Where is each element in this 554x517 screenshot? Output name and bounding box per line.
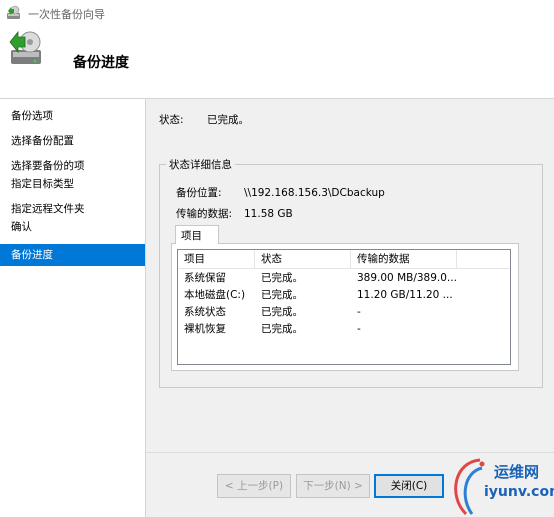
transferred-data-row: 传输的数据: 11.58 GB [176, 206, 293, 221]
row-transferred: - [357, 323, 361, 335]
row-item: 裸机恢复 [184, 323, 226, 335]
watermark-text-cn: 运维网 [494, 463, 540, 481]
sidebar-item-progress[interactable]: 备份进度 [0, 244, 145, 266]
table-row[interactable]: 系统保留 已完成。 389.00 MB/389.0... [178, 270, 510, 287]
sidebar-item-select-items[interactable]: 选择要备份的项 [0, 158, 145, 174]
title-bar: 一次性备份向导 [0, 0, 554, 26]
row-item: 系统保留 [184, 272, 226, 284]
column-header-transferred[interactable]: 传输的数据 [351, 250, 457, 268]
sidebar-item-destination-type[interactable]: 指定目标类型 [0, 176, 145, 192]
row-transferred: 11.20 GB/11.20 ... [357, 289, 453, 301]
column-header-status[interactable]: 状态 [255, 250, 351, 268]
sidebar-item-remote-folder[interactable]: 指定远程文件夹 [0, 201, 145, 217]
sidebar-item-backup-options[interactable]: 备份选项 [0, 108, 145, 124]
wizard-steps-sidebar: 备份选项 选择备份配置 选择要备份的项 指定目标类型 指定远程文件夹 确认 备份… [0, 99, 146, 517]
column-header-item[interactable]: 项目 [178, 250, 255, 268]
status-details-title: 状态详细信息 [166, 157, 235, 172]
list-header: 项目 状态 传输的数据 [178, 250, 510, 269]
sidebar-item-backup-config[interactable]: 选择备份配置 [0, 133, 145, 149]
next-button[interactable]: 下一步(N) > [296, 474, 370, 498]
sidebar-item-confirm[interactable]: 确认 [0, 219, 145, 235]
row-transferred: - [357, 306, 361, 318]
row-status: 已完成。 [261, 289, 303, 301]
backup-location-row: 备份位置: \\192.168.156.3\DCbackup [176, 185, 385, 200]
backup-drive-large-icon [9, 30, 41, 64]
transferred-data-label: 传输的数据: [176, 208, 233, 220]
row-item: 本地磁盘(C:) [184, 289, 246, 301]
row-item: 系统状态 [184, 306, 226, 318]
table-row[interactable]: 本地磁盘(C:) 已完成。 11.20 GB/11.20 ... [178, 287, 510, 304]
main-panel: 状态: 已完成。 状态详细信息 备份位置: \\192.168.156.3\DCba… [146, 99, 554, 452]
previous-button[interactable]: < 上一步(P) [217, 474, 291, 498]
page-title: 备份进度 [73, 55, 129, 71]
wizard-header: 备份进度 [0, 26, 554, 98]
status-row: 状态: 已完成。 [159, 112, 249, 127]
backup-location-label: 备份位置: [176, 187, 222, 199]
row-transferred: 389.00 MB/389.0... [357, 272, 457, 284]
items-list[interactable]: 项目 状态 传输的数据 系统保留 已完成。 389.00 MB/389.0...… [177, 249, 511, 365]
watermark-logo: 运维网 iyunv.com [446, 456, 554, 517]
row-status: 已完成。 [261, 306, 303, 318]
window-title: 一次性备份向导 [28, 8, 105, 21]
close-button[interactable]: 关闭(C) [374, 474, 444, 498]
tab-items[interactable]: 项目 [175, 225, 219, 244]
row-status: 已完成。 [261, 272, 303, 284]
status-value: 已完成。 [207, 114, 249, 126]
table-row[interactable]: 系统状态 已完成。 - [178, 304, 510, 321]
items-tab-panel: 项目 状态 传输的数据 系统保留 已完成。 389.00 MB/389.0...… [171, 243, 519, 371]
transferred-data-value: 11.58 GB [244, 208, 293, 220]
table-row[interactable]: 裸机恢复 已完成。 - [178, 321, 510, 338]
backup-location-value: \\192.168.156.3\DCbackup [244, 187, 385, 199]
watermark-text-domain: iyunv.com [484, 484, 554, 500]
row-status: 已完成。 [261, 323, 303, 335]
backup-drive-icon [7, 5, 20, 19]
status-label: 状态: [159, 114, 184, 126]
